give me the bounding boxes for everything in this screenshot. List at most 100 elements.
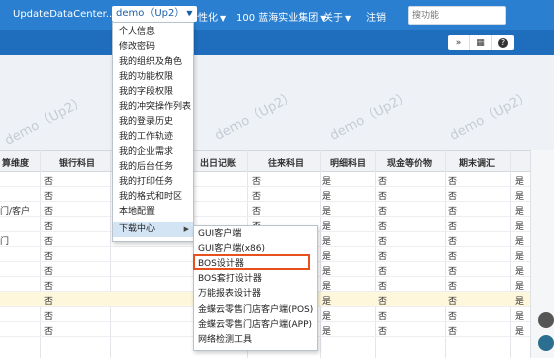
chevron-down-icon: ▼ (220, 14, 227, 23)
grid-icon[interactable]: ▦ (470, 35, 492, 50)
column-header[interactable]: 出日记账 (200, 156, 236, 169)
cell: 否 (44, 297, 54, 307)
column-header[interactable]: 算维度 (2, 156, 29, 169)
cell: 否 (44, 252, 54, 262)
column-header[interactable]: 往来科目 (268, 156, 304, 169)
toolbar-icon-group: » ▦ ? (448, 35, 514, 50)
submenu-item-gui-client[interactable]: GUI客户端 (194, 227, 317, 242)
about-menu[interactable]: 关于 ▼ (323, 9, 351, 24)
cell: 是 (515, 177, 525, 187)
column-header[interactable]: 银行科目 (59, 156, 95, 169)
help-icon[interactable]: ? (492, 35, 514, 50)
menu-item-conflict-operations[interactable]: 我的冲突操作列表 (113, 100, 193, 115)
cell: 否 (252, 177, 262, 187)
cell: 否 (44, 327, 54, 337)
cell: 否 (378, 252, 388, 262)
download-submenu: GUI客户端 GUI客户端(x86) BOS设计器 BOS套打设计器 万能报表设… (193, 225, 318, 351)
user-dropdown-menu: 个人信息 修改密码 我的组织及角色 我的功能权限 我的字段权限 我的冲突操作列表… (112, 22, 194, 242)
cell: 否 (378, 237, 388, 247)
org-label: 100 蓝海实业集团 (236, 13, 319, 24)
column-header[interactable]: 明细科目 (330, 156, 366, 169)
cell: 否 (448, 207, 458, 217)
cell: 是 (322, 312, 332, 322)
cell: 否 (44, 192, 54, 202)
cell: 否 (378, 177, 388, 187)
cell: 否 (378, 282, 388, 292)
watermark: demo（Up2） (447, 88, 534, 144)
about-label: 关于 (323, 13, 343, 24)
collapse-icon[interactable]: » (448, 35, 470, 50)
submenu-item-bos-print-designer[interactable]: BOS套打设计器 (194, 272, 317, 287)
menu-item-function-permissions[interactable]: 我的功能权限 (113, 70, 193, 85)
app-title[interactable]: UpdateDataCenter... (13, 9, 115, 20)
cell: 否 (448, 192, 458, 202)
menu-item-download-center[interactable]: 下载中心 ▶ (113, 222, 193, 237)
cell: 否 (448, 327, 458, 337)
cell: 是 (515, 312, 525, 322)
menu-item-print-tasks[interactable]: 我的打印任务 (113, 175, 193, 190)
menu-item-field-permissions[interactable]: 我的字段权限 (113, 85, 193, 100)
search-box[interactable] (408, 6, 506, 25)
cell: 是 (322, 177, 332, 187)
column-header[interactable]: 期末调汇 (459, 156, 495, 169)
submenu-item-report-designer[interactable]: 万能报表设计器 (194, 287, 317, 302)
cell: 否 (252, 192, 262, 202)
user-name: demo（Up2） (116, 8, 185, 19)
assistant-icon[interactable] (538, 335, 554, 351)
menu-item-org-roles[interactable]: 我的组织及角色 (113, 55, 193, 70)
table-row[interactable]: 否 否 是 否 否 是 (0, 172, 530, 187)
cell: 否 (448, 267, 458, 277)
menu-item-format-timezone[interactable]: 我的格式和时区 (113, 190, 193, 205)
watermark: demo（Up2） (212, 88, 299, 144)
search-input[interactable] (409, 7, 505, 24)
chevron-down-icon: ▼ (345, 14, 352, 23)
cell: 是 (322, 192, 332, 202)
menu-item-background-tasks[interactable]: 我的后台任务 (113, 160, 193, 175)
user-menu-button[interactable]: demo（Up2） ▼ (112, 6, 197, 22)
menu-item-local-config[interactable]: 本地配置 (113, 205, 193, 220)
cell: 否 (448, 312, 458, 322)
logout-link[interactable]: 注销 (366, 9, 386, 24)
cell: 是 (515, 192, 525, 202)
cell: 否 (44, 177, 54, 187)
help-glyph: ? (498, 37, 508, 48)
cell: 是 (515, 297, 525, 307)
cell: 否 (448, 252, 458, 262)
cell: 是 (322, 207, 332, 217)
watermark-area: demo（Up2） demo（Up2） demo（Up2） demo（Up2） (0, 55, 554, 150)
menu-item-change-password[interactable]: 修改密码 (113, 40, 193, 55)
submenu-item-network-check[interactable]: 网络检测工具 (194, 333, 317, 348)
menu-item-profile[interactable]: 个人信息 (113, 25, 193, 40)
cell: 否 (378, 192, 388, 202)
menu-item-login-history[interactable]: 我的登录历史 (113, 115, 193, 130)
cell: 是 (322, 297, 332, 307)
cell: 门 (0, 237, 10, 247)
cell: 否 (448, 282, 458, 292)
top-bar: UpdateDataCenter... demo（Up2） ▼ 个性化 ▼ 100 … (0, 0, 554, 30)
column-header[interactable]: 现金等价物 (387, 156, 432, 169)
cell: 是 (322, 237, 332, 247)
submenu-item-retail-pos[interactable]: 金蝶云零售门店客户端(POS) (194, 303, 317, 318)
highlight-box (193, 254, 310, 270)
table-row[interactable]: 门/客户 否 否 是 否 否 是 (0, 202, 530, 217)
table-header: 算维度 银行科目 出日记账 往来科目 明细科目 现金等价物 期末调汇 (0, 150, 554, 172)
cell: 否 (378, 297, 388, 307)
cell: 否 (378, 267, 388, 277)
cell: 是 (515, 222, 525, 232)
cell: 否 (448, 222, 458, 232)
menu-item-enterprise-needs[interactable]: 我的企业需求 (113, 145, 193, 160)
cell: 否 (252, 207, 262, 217)
cell: 是 (322, 327, 332, 337)
cell: 是 (322, 222, 332, 232)
cell: 是 (515, 252, 525, 262)
org-selector[interactable]: 100 蓝海实业集团 ▼ (236, 9, 326, 24)
watermark: demo（Up2） (327, 88, 414, 144)
avatar[interactable] (538, 312, 554, 328)
table-row[interactable]: 否 否 是 否 否 是 (0, 187, 530, 202)
cell: 否 (378, 207, 388, 217)
cell: 否 (378, 327, 388, 337)
menu-item-work-trace[interactable]: 我的工作轨迹 (113, 130, 193, 145)
submenu-item-retail-app[interactable]: 金蝶云零售门店客户端(APP) (194, 318, 317, 333)
cell: 是 (515, 327, 525, 337)
cell: 否 (378, 312, 388, 322)
